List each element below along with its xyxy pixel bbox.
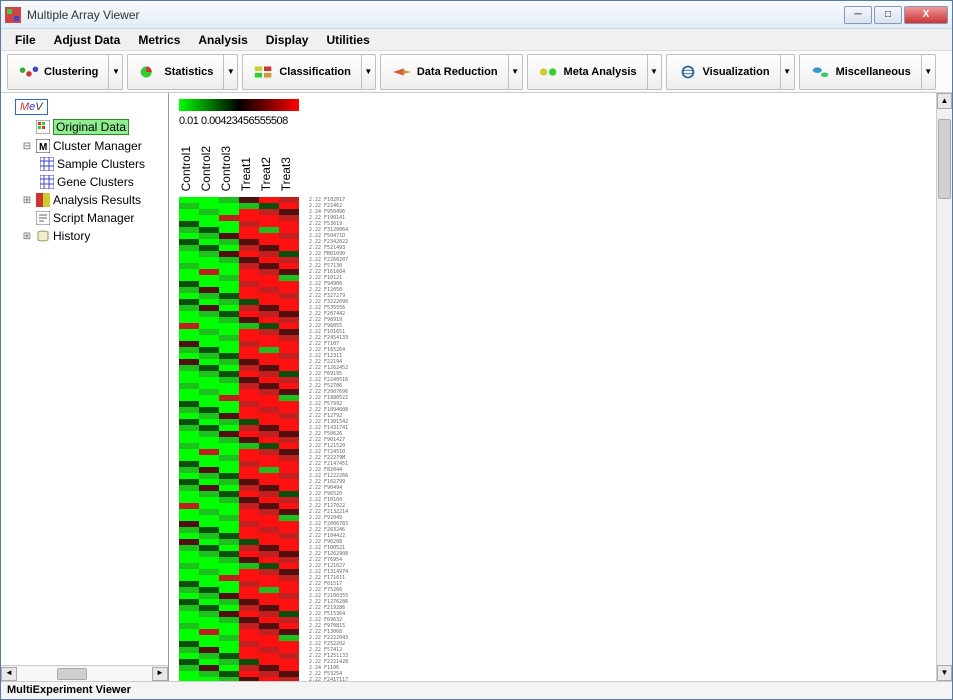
close-button[interactable]: X [904,6,948,24]
chevron-down-icon[interactable]: ▼ [223,55,237,89]
scroll-left-button[interactable]: ◄ [1,667,17,681]
clustering-button[interactable]: Clustering ▼ [7,54,123,90]
statusbar: MultiExperiment Viewer [1,681,952,699]
menu-display[interactable]: Display [258,31,317,49]
menubar: File Adjust Data Metrics Analysis Displa… [1,29,952,51]
visualization-button[interactable]: Visualization ▼ [666,54,795,90]
clustering-icon [18,64,40,80]
main-vscrollbar[interactable]: ▲ ▼ [936,93,952,681]
column-header: Control3 [219,133,239,193]
main-panel: 0.01 0.00423456555508 Control1Control2Co… [169,93,952,681]
tree-root[interactable]: MeV [3,97,166,117]
minimize-button[interactable]: ─ [844,6,872,24]
mev-logo: MeV [15,99,48,115]
tree-original-data[interactable]: Original Data [3,117,166,137]
statistics-button[interactable]: Statistics ▼ [127,54,238,90]
maximize-button[interactable]: □ [874,6,902,24]
heatmap-cell [179,677,199,681]
column-header: Control2 [199,133,219,193]
menu-analysis[interactable]: Analysis [190,31,255,49]
sidebar-hscrollbar[interactable]: ◄ ► [1,665,168,681]
scroll-up-button[interactable]: ▲ [937,93,952,109]
scroll-track[interactable] [937,109,952,665]
heatmap-cell [199,677,219,681]
sidebar: MeV Original Data ⊟ M Cluster Manager Sa… [1,93,169,681]
column-header: Treat2 [259,133,279,193]
chevron-down-icon[interactable]: ▼ [508,55,522,89]
statistics-icon [138,64,160,80]
heatmap-row-labels: 2.22 F1020172.22 F224622.24 F9504962.22 … [309,197,348,681]
data-reduction-icon [391,64,413,80]
grid-icon [40,157,54,171]
column-header: Treat1 [239,133,259,193]
chevron-down-icon[interactable]: ▼ [921,55,935,89]
tree-view: MeV Original Data ⊟ M Cluster Manager Sa… [1,93,168,665]
scroll-right-button[interactable]: ► [152,667,168,681]
chevron-down-icon[interactable]: ▼ [647,55,661,89]
scroll-track[interactable] [17,667,152,681]
heatmap-cell [259,677,279,681]
scroll-down-button[interactable]: ▼ [937,665,952,681]
script-icon [36,211,50,225]
classification-icon [253,64,275,80]
heatmap-cell [279,677,299,681]
tree-cluster-manager[interactable]: ⊟ M Cluster Manager [3,137,166,155]
classification-button[interactable]: Classification ▼ [242,54,376,90]
results-icon [36,193,50,207]
content-area: MeV Original Data ⊟ M Cluster Manager Sa… [1,93,952,681]
manager-icon: M [36,139,50,153]
column-header: Treat3 [279,133,299,193]
heatmap [179,197,299,681]
tree-history[interactable]: ⊞ History [3,227,166,245]
data-reduction-button[interactable]: Data Reduction ▼ [380,54,523,90]
miscellaneous-icon [810,64,832,80]
tree-analysis-results[interactable]: ⊞ Analysis Results [3,191,166,209]
app-window: Multiple Array Viewer ─ □ X File Adjust … [0,0,953,700]
tree-sample-clusters[interactable]: Sample Clusters [3,155,166,173]
heatmap-column-headers: Control1Control2Control3Treat1Treat2Trea… [179,133,299,193]
scroll-thumb[interactable] [57,668,87,680]
tree-gene-clusters[interactable]: Gene Clusters [3,173,166,191]
miscellaneous-button[interactable]: Miscellaneous ▼ [799,54,936,90]
svg-text:M: M [39,142,47,153]
toolbar: Clustering ▼ Statistics ▼ Classification… [1,51,952,93]
row-label: 2.22 F2417117 [309,677,348,681]
heatmap-row [179,677,299,681]
window-title: Multiple Array Viewer [27,8,844,22]
visualization-icon [677,64,699,80]
chevron-down-icon[interactable]: ▼ [780,55,794,89]
chevron-down-icon[interactable]: ▼ [361,55,375,89]
color-scale-labels: 0.01 0.00423456555508 [179,115,288,127]
heatmap-cell [219,677,239,681]
heatmap-cell [239,677,259,681]
app-icon [5,7,21,23]
scroll-thumb[interactable] [938,119,951,199]
expand-icon[interactable]: ⊞ [21,195,33,206]
menu-adjust-data[interactable]: Adjust Data [46,31,129,49]
chevron-down-icon[interactable]: ▼ [108,55,122,89]
status-text: MultiExperiment Viewer [7,684,131,696]
expand-icon[interactable]: ⊟ [21,141,33,152]
tree-script-manager[interactable]: Script Manager [3,209,166,227]
grid-icon [40,175,54,189]
menu-utilities[interactable]: Utilities [318,31,377,49]
history-icon [36,229,50,243]
titlebar: Multiple Array Viewer ─ □ X [1,1,952,29]
expand-icon[interactable]: ⊞ [21,231,33,242]
grid-icon [36,120,50,134]
column-header: Control1 [179,133,199,193]
menu-metrics[interactable]: Metrics [130,31,188,49]
meta-analysis-button[interactable]: Meta Analysis ▼ [527,54,662,90]
menu-file[interactable]: File [7,31,44,49]
color-scale-bar [179,99,299,111]
meta-analysis-icon [538,64,560,80]
